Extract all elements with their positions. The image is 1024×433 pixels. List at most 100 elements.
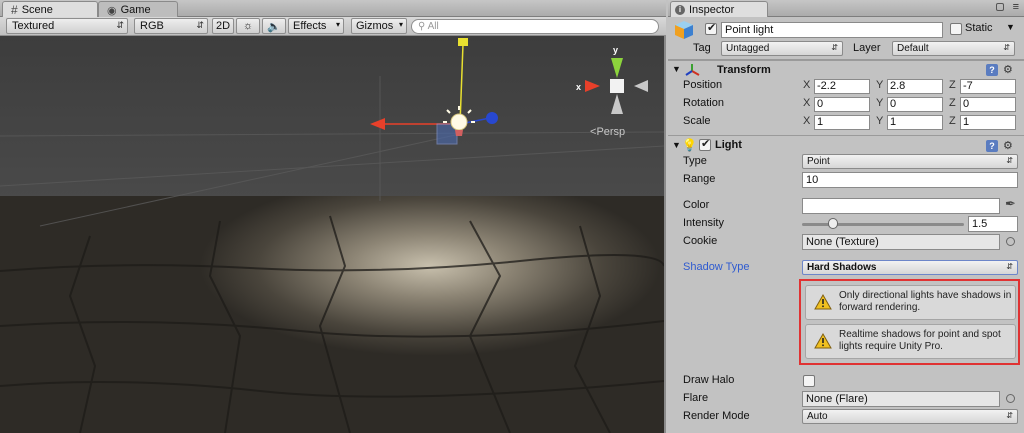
rotation-y-value: 0 bbox=[890, 98, 897, 110]
tag-value: Untagged bbox=[726, 43, 770, 54]
object-active-checkbox[interactable] bbox=[705, 21, 717, 35]
inspector-panel: i Inspector ≡ Point light Static ▼ Tag U… bbox=[668, 0, 1024, 433]
mode-2d-button[interactable]: 2D bbox=[212, 18, 234, 34]
intensity-slider-handle[interactable] bbox=[827, 218, 838, 229]
static-dropdown-arrow-icon[interactable]: ▼ bbox=[1006, 22, 1015, 32]
panel-menu-icon[interactable]: ≡ bbox=[1013, 1, 1019, 13]
game-icon: ◉ bbox=[107, 4, 117, 17]
axis-y-label: Y bbox=[876, 115, 884, 127]
object-picker-icon[interactable] bbox=[1006, 394, 1015, 403]
cookie-value: None (Texture) bbox=[806, 236, 879, 248]
help-book-icon[interactable]: ? bbox=[986, 64, 998, 76]
tag-dropdown[interactable]: Untagged ⇵ bbox=[721, 41, 843, 56]
light-enabled-checkbox[interactable] bbox=[699, 137, 711, 151]
intensity-value: 1.5 bbox=[972, 218, 988, 230]
transform-header[interactable]: ▼ Transform ? ⚙ bbox=[668, 60, 1024, 79]
color-swatch[interactable] bbox=[802, 198, 1000, 214]
render-mode-dropdown[interactable]: Auto ⇵ bbox=[802, 409, 1018, 424]
object-name-field[interactable]: Point light bbox=[721, 22, 943, 38]
dropdown-arrow-icon: ▾ bbox=[335, 20, 340, 29]
position-y-field[interactable]: 2.8 bbox=[887, 79, 943, 94]
grid-icon: # bbox=[11, 3, 18, 17]
rotation-z-field[interactable]: 0 bbox=[960, 97, 1016, 112]
tab-scene-label: Scene bbox=[21, 4, 53, 16]
render-mode-dropdown[interactable]: Textured ⇵ bbox=[6, 18, 128, 34]
light-type-dropdown[interactable]: Point ⇵ bbox=[802, 154, 1018, 169]
cookie-label: Cookie bbox=[683, 235, 718, 247]
effects-dropdown[interactable]: Effects ▾ bbox=[288, 18, 344, 34]
flare-label: Flare bbox=[683, 392, 709, 404]
warning-text: Realtime shadows for point and spot ligh… bbox=[839, 329, 1001, 352]
color-mode-dropdown[interactable]: RGB ⇵ bbox=[134, 18, 208, 34]
warnings-highlight: Only directional lights have shadows in … bbox=[799, 279, 1020, 365]
gizmos-dropdown[interactable]: Gizmos ▾ bbox=[351, 18, 407, 34]
axis-y-label: Y bbox=[876, 97, 884, 109]
layer-dropdown[interactable]: Default ⇵ bbox=[892, 41, 1015, 56]
scene-viewport[interactable]: y x <Persp bbox=[0, 36, 664, 433]
foldout-arrow-icon[interactable]: ▼ bbox=[672, 64, 681, 74]
dropdown-arrow-icon: ▾ bbox=[398, 20, 403, 29]
tab-inspector-label: Inspector bbox=[689, 4, 735, 16]
lighting-toggle[interactable]: ☼ bbox=[236, 18, 260, 34]
scale-z-field[interactable]: 1 bbox=[960, 115, 1016, 130]
tag-label: Tag bbox=[693, 42, 711, 54]
tab-scene[interactable]: # Scene bbox=[2, 1, 98, 17]
warning-icon bbox=[814, 294, 832, 310]
stone-cracks bbox=[0, 215, 664, 433]
flare-value: None (Flare) bbox=[806, 393, 868, 405]
scene-panel: # Scene ◉ Game Textured ⇵ RGB ⇵ 2D ☼ 🔈 E… bbox=[0, 0, 666, 433]
color-mode-value: RGB bbox=[140, 20, 164, 32]
rotation-y-field[interactable]: 0 bbox=[887, 97, 943, 112]
scale-x-field[interactable]: 1 bbox=[814, 115, 870, 130]
range-field[interactable]: 10 bbox=[802, 172, 1018, 188]
tab-inspector[interactable]: i Inspector bbox=[670, 1, 768, 17]
axis-z-label: Z bbox=[949, 79, 956, 91]
scene-search-input[interactable]: ⚲ All bbox=[411, 19, 659, 34]
help-book-icon[interactable]: ? bbox=[986, 140, 998, 152]
scene-grid bbox=[0, 76, 664, 227]
gear-icon[interactable]: ⚙ bbox=[1003, 63, 1013, 76]
intensity-label: Intensity bbox=[683, 217, 724, 229]
light-header[interactable]: ▼ 💡 Light ? ⚙ bbox=[668, 135, 1024, 154]
intensity-field[interactable]: 1.5 bbox=[968, 216, 1018, 232]
axis-z-label: Z bbox=[949, 97, 956, 109]
cookie-field[interactable]: None (Texture) bbox=[802, 234, 1000, 250]
scale-label: Scale bbox=[683, 115, 711, 127]
audio-toggle[interactable]: 🔈 bbox=[262, 18, 286, 34]
draw-halo-checkbox[interactable] bbox=[803, 375, 815, 387]
static-checkbox[interactable] bbox=[950, 23, 962, 35]
axis-x-label: X bbox=[803, 79, 811, 91]
layer-label: Layer bbox=[853, 42, 881, 54]
scale-y-value: 1 bbox=[890, 116, 897, 128]
position-x-field[interactable]: -2.2 bbox=[814, 79, 870, 94]
scale-y-field[interactable]: 1 bbox=[887, 115, 943, 130]
gear-icon[interactable]: ⚙ bbox=[1003, 139, 1013, 152]
updown-arrows-icon: ⇵ bbox=[1006, 156, 1013, 165]
eyedropper-icon[interactable]: ✒ bbox=[1005, 196, 1016, 212]
rotation-x-field[interactable]: 0 bbox=[814, 97, 870, 112]
transform-icon bbox=[685, 64, 700, 76]
perspective-label[interactable]: <Persp bbox=[590, 126, 625, 138]
gameobject-icon bbox=[675, 21, 693, 39]
move-gizmo bbox=[370, 38, 498, 145]
flare-field[interactable]: None (Flare) bbox=[802, 391, 1000, 407]
warning-message: Realtime shadows for point and spot ligh… bbox=[805, 324, 1016, 359]
foldout-arrow-icon[interactable]: ▼ bbox=[672, 140, 681, 150]
warning-icon bbox=[814, 333, 832, 349]
render-mode-value: Auto bbox=[807, 411, 828, 422]
object-header: Point light Static ▼ Tag Untagged ⇵ Laye… bbox=[668, 17, 1024, 60]
position-z-field[interactable]: -7 bbox=[960, 79, 1016, 94]
shadow-type-dropdown[interactable]: Hard Shadows ⇵ bbox=[802, 260, 1018, 275]
render-mode-value: Textured bbox=[12, 20, 55, 32]
object-picker-icon[interactable] bbox=[1006, 237, 1015, 246]
position-z-value: -7 bbox=[963, 80, 973, 92]
lock-icon[interactable] bbox=[996, 3, 1004, 11]
updown-arrows-icon: ⇵ bbox=[1006, 262, 1013, 271]
tab-game[interactable]: ◉ Game bbox=[98, 1, 178, 17]
persp-text: Persp bbox=[596, 126, 626, 138]
warning-text: Only directional lights have shadows in … bbox=[839, 290, 1012, 313]
light-title: Light bbox=[715, 139, 742, 151]
tab-game-label: Game bbox=[120, 4, 151, 16]
gizmo-y-label: y bbox=[613, 45, 618, 55]
intensity-slider-track[interactable] bbox=[802, 223, 964, 226]
